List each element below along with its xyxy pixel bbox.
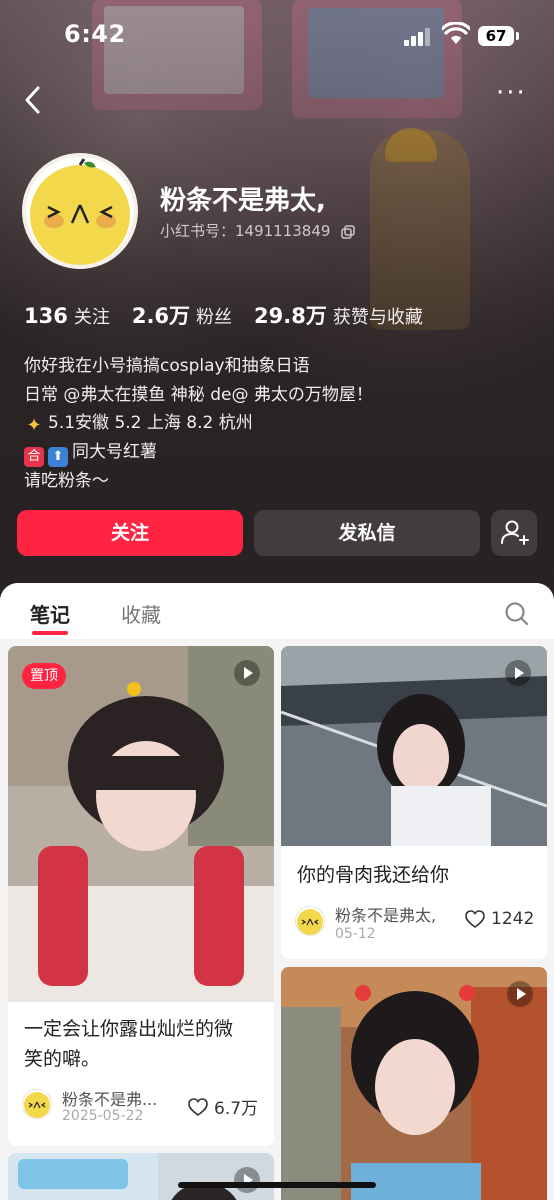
- note-cover-image: [281, 967, 547, 1200]
- stat-following[interactable]: 136 关注: [24, 303, 110, 329]
- heart-icon: [465, 910, 485, 928]
- stat-fans[interactable]: 2.6万 粉丝: [132, 300, 232, 330]
- author-avatar[interactable]: [22, 1089, 52, 1119]
- author-name[interactable]: 粉条不是弗...: [62, 1086, 172, 1110]
- note-title: 你的骨肉我还给你: [297, 864, 450, 886]
- home-indicator: [178, 1182, 376, 1188]
- avatar-image: [30, 158, 130, 265]
- red-id[interactable]: 小红书号：1491113849: [160, 220, 355, 241]
- search-icon[interactable]: [504, 601, 530, 627]
- battery-icon: 67: [478, 26, 519, 46]
- pinned-badge: 置顶: [22, 663, 66, 689]
- note-card[interactable]: 你的骨肉我还给你 粉条不是弗太, 05-12 1242: [281, 646, 547, 959]
- message-button[interactable]: 发私信: [254, 510, 480, 556]
- profile-stats: 136 关注 2.6万 粉丝 29.8万 获赞与收藏: [24, 300, 423, 330]
- note-card[interactable]: 置顶 一定会让你露出灿烂的微 笑的噼。 粉条不是弗... 2025-05-22 …: [8, 646, 274, 1146]
- profile-bio: 你好我在小号搞搞cosplay和抽象日语 日常 @弗太在摸鱼 神秘 de@ 弗太…: [24, 352, 373, 495]
- cellular-signal-icon: [404, 26, 430, 46]
- dizzy-emoji-icon: ✦: [26, 415, 42, 436]
- add-friend-button[interactable]: [491, 510, 537, 556]
- play-icon: [234, 1167, 260, 1193]
- profile-header: 6:42 67 ··· 粉条不是弗太, 小红书号：1491113849 136 …: [0, 0, 554, 600]
- bio-line: 日常 @弗太在摸鱼 神秘 de@ 弗太の万物屋！: [24, 384, 373, 405]
- note-date: 2025-05-22: [62, 1108, 144, 1124]
- bio-line: 请吃粉条～: [24, 470, 109, 491]
- note-date: 05-12: [335, 926, 376, 942]
- note-card[interactable]: [281, 967, 547, 1200]
- play-icon: [505, 660, 531, 686]
- note-card[interactable]: [8, 1153, 274, 1200]
- back-icon[interactable]: [18, 82, 50, 118]
- copy-icon[interactable]: [341, 224, 355, 239]
- play-icon: [234, 660, 260, 686]
- notes-sheet: 笔记 收藏 置顶 一定会让你露出灿烂的微 笑的噼。 粉条不是弗... 2025-…: [0, 583, 554, 1200]
- more-icon[interactable]: ···: [496, 80, 536, 108]
- active-tab-indicator: [32, 631, 68, 635]
- play-icon: [507, 981, 533, 1007]
- like-count[interactable]: 6.7万: [188, 1094, 258, 1119]
- like-count[interactable]: 1242: [465, 909, 534, 929]
- tab-collect[interactable]: 收藏: [121, 599, 161, 628]
- he-emoji-icon: 合: [24, 446, 44, 467]
- wifi-icon: [442, 22, 470, 44]
- avatar[interactable]: [22, 153, 138, 269]
- follow-button[interactable]: 关注: [17, 510, 243, 556]
- tab-notes[interactable]: 笔记: [30, 599, 70, 628]
- profile-actions: 关注 发私信: [17, 510, 537, 556]
- bio-line: 你好我在小号搞搞cosplay和抽象日语: [24, 356, 310, 376]
- red-id-text: 小红书号：1491113849: [160, 222, 331, 240]
- up-arrow-emoji-icon: ⬆: [48, 446, 68, 467]
- bio-line: 合 ⬆ 同大号红薯: [24, 438, 373, 467]
- stat-likes-collects[interactable]: 29.8万 获赞与收藏: [254, 300, 423, 330]
- status-bar: 6:42 67: [0, 0, 554, 72]
- bio-line: ✦ 5.1安徽 5.2 上海 8.2 杭州: [24, 409, 373, 438]
- tab-bar: 笔记 收藏: [0, 583, 554, 639]
- add-user-icon: [501, 520, 529, 545]
- nickname: 粉条不是弗太,: [160, 186, 326, 216]
- note-title: 一定会让你露出灿烂的微 笑的噼。: [24, 1018, 234, 1070]
- note-cover-image: [8, 646, 274, 1002]
- heart-icon: [188, 1097, 208, 1116]
- status-time: 6:42: [64, 20, 126, 48]
- author-avatar[interactable]: [295, 906, 325, 936]
- author-name[interactable]: 粉条不是弗太,: [335, 902, 453, 926]
